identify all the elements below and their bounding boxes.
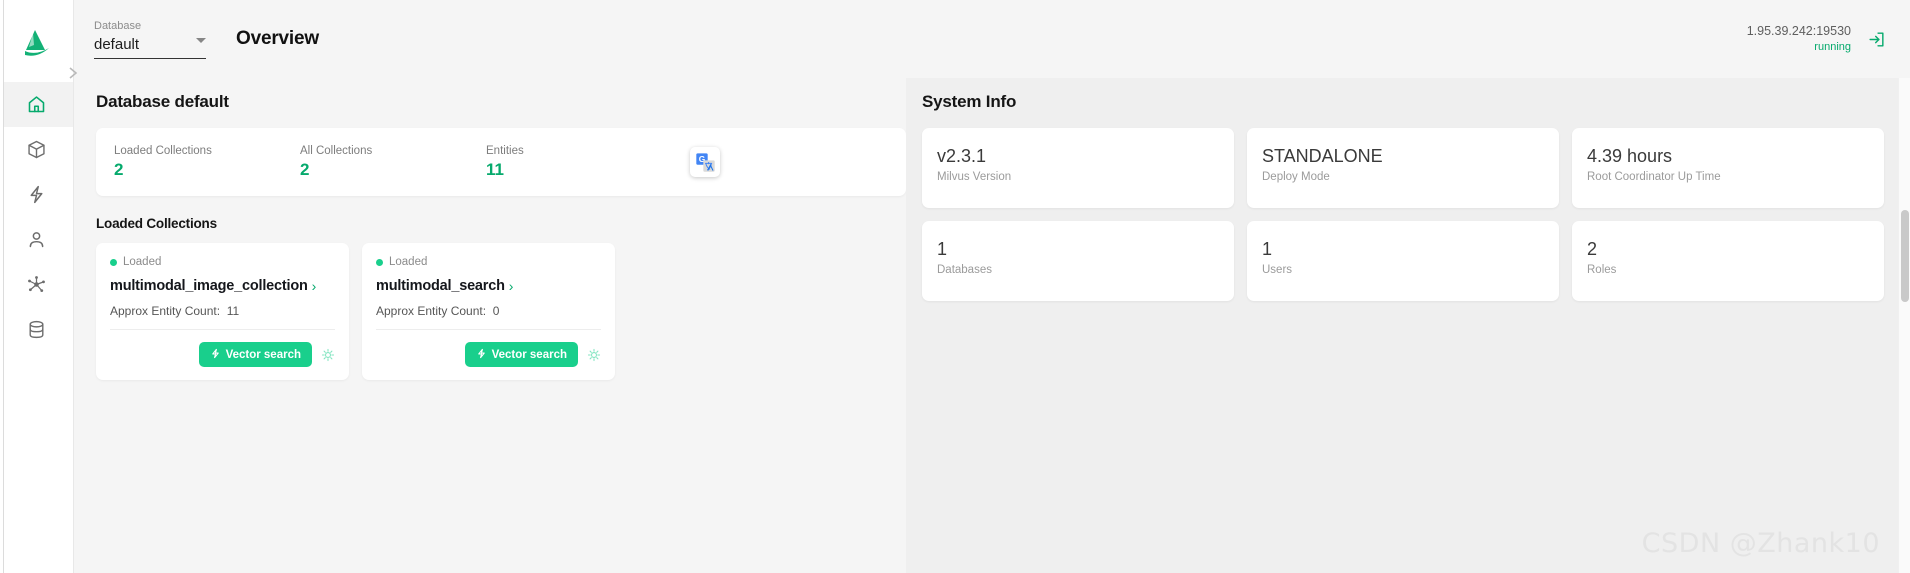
sidebar-item-database[interactable] bbox=[0, 307, 73, 352]
sidebar-item-cluster[interactable] bbox=[0, 262, 73, 307]
left-nav-rail bbox=[0, 0, 78, 573]
stat-loaded-collections: Loaded Collections 2 bbox=[114, 143, 300, 181]
nav-item-list bbox=[0, 82, 73, 352]
system-info-card-users: 1 Users bbox=[1247, 221, 1559, 301]
system-info-label: Roles bbox=[1587, 264, 1617, 276]
sidebar-item-collections[interactable] bbox=[0, 127, 73, 172]
content-region: Database default Loaded Collections 2 Al… bbox=[74, 78, 1910, 573]
top-bar-right: 1.95.39.242:19530 running bbox=[1747, 23, 1886, 55]
watermark: CSDN @Zhank10 bbox=[1641, 528, 1880, 559]
system-info-panel: System Info v2.3.1 Milvus Version STANDA… bbox=[906, 78, 1910, 573]
database-select-label: Database bbox=[94, 20, 142, 32]
page-scrollbar[interactable] bbox=[1898, 78, 1910, 573]
system-info-label: Users bbox=[1262, 264, 1293, 276]
entity-count-label: Approx Entity Count: bbox=[110, 304, 221, 318]
system-info-card-deploy-mode: STANDALONE Deploy Mode bbox=[1247, 128, 1559, 208]
stat-entities: Entities 11 bbox=[486, 143, 672, 181]
collection-name: multimodal_image_collection bbox=[110, 278, 308, 294]
sidebar-item-home[interactable] bbox=[0, 82, 73, 127]
bolt-icon bbox=[26, 184, 47, 205]
scrollbar-thumb[interactable] bbox=[1901, 210, 1909, 302]
system-info-value: 1 bbox=[1262, 239, 1273, 259]
system-info-value: 4.39 hours bbox=[1587, 146, 1673, 166]
milvus-attu-overview-page: Database default Overview 1.95.39.242:19… bbox=[0, 0, 1910, 573]
connection-status: running bbox=[1814, 41, 1851, 53]
bolt-icon bbox=[476, 347, 487, 363]
system-info-label: Deploy Mode bbox=[1262, 171, 1330, 183]
collection-link[interactable]: multimodal_search › bbox=[376, 278, 601, 294]
stat-label: All Collections bbox=[300, 145, 373, 157]
top-bar: Database default Overview 1.95.39.242:19… bbox=[74, 0, 1910, 78]
system-info-card-milvus-version: v2.3.1 Milvus Version bbox=[922, 128, 1234, 208]
vector-search-label: Vector search bbox=[225, 348, 301, 361]
person-icon bbox=[26, 229, 47, 250]
entity-count-label: Approx Entity Count: bbox=[376, 304, 487, 318]
collection-card-actions: Vector search bbox=[110, 330, 335, 367]
status-badge: Loaded bbox=[110, 256, 335, 268]
logout-icon[interactable] bbox=[1867, 30, 1886, 49]
system-info-grid: v2.3.1 Milvus Version STANDALONE Deploy … bbox=[922, 128, 1884, 301]
loaded-collections-heading: Loaded Collections bbox=[96, 216, 217, 231]
status-label: Loaded bbox=[123, 256, 162, 268]
vector-search-button[interactable]: Vector search bbox=[464, 342, 578, 367]
sidebar-item-users[interactable] bbox=[0, 217, 73, 262]
load-collection-icon[interactable] bbox=[587, 348, 601, 362]
expand-sidebar-button[interactable] bbox=[62, 62, 84, 84]
system-info-label: Milvus Version bbox=[937, 171, 1012, 183]
stat-value: 11 bbox=[486, 160, 504, 179]
entity-count-row: Approx Entity Count: 0 bbox=[376, 304, 601, 330]
system-info-value: 2 bbox=[1587, 239, 1598, 259]
database-select[interactable]: Database default bbox=[94, 19, 206, 59]
chevron-right-icon: › bbox=[508, 278, 514, 294]
load-collection-icon[interactable] bbox=[321, 348, 335, 362]
google-translate-icon[interactable]: G bbox=[690, 147, 720, 177]
stat-all-collections: All Collections 2 bbox=[300, 143, 486, 181]
stat-value: 2 bbox=[300, 160, 310, 179]
system-info-card-databases: 1 Databases bbox=[922, 221, 1234, 301]
chevron-right-icon: › bbox=[311, 278, 317, 294]
entity-count-value: 0 bbox=[492, 304, 500, 318]
main-area: Database default Overview 1.95.39.242:19… bbox=[74, 0, 1910, 573]
system-info-card-roles: 2 Roles bbox=[1572, 221, 1884, 301]
vector-search-button[interactable]: Vector search bbox=[198, 342, 312, 367]
entity-count-value: 11 bbox=[226, 304, 240, 318]
bolt-icon bbox=[210, 347, 221, 363]
database-heading: Database default bbox=[96, 92, 229, 111]
stat-label: Entities bbox=[486, 145, 524, 157]
status-badge: Loaded bbox=[376, 256, 601, 268]
system-info-value: v2.3.1 bbox=[937, 146, 987, 166]
system-info-label: Databases bbox=[937, 264, 992, 276]
window-left-edge bbox=[0, 0, 4, 573]
collection-card[interactable]: Loaded multimodal_search › Approx Entity… bbox=[362, 243, 615, 380]
status-label: Loaded bbox=[389, 256, 428, 268]
database-select-value: default bbox=[94, 36, 140, 53]
cube-icon bbox=[26, 139, 47, 160]
system-info-value: 1 bbox=[937, 239, 948, 259]
stat-label: Loaded Collections bbox=[114, 145, 212, 157]
status-dot-icon bbox=[376, 258, 383, 266]
status-dot-icon bbox=[110, 258, 117, 266]
vector-search-label: Vector search bbox=[491, 348, 567, 361]
collection-link[interactable]: multimodal_image_collection › bbox=[110, 278, 335, 294]
collection-card[interactable]: Loaded multimodal_image_collection › App… bbox=[96, 243, 349, 380]
system-info-label: Root Coordinator Up Time bbox=[1587, 171, 1721, 183]
connection-info: 1.95.39.242:19530 running bbox=[1747, 23, 1851, 55]
chevron-down-icon bbox=[196, 38, 206, 43]
entity-count-row: Approx Entity Count: 11 bbox=[110, 304, 335, 330]
system-info-card-root-coordinator-up-time: 4.39 hours Root Coordinator Up Time bbox=[1572, 128, 1884, 208]
milvus-address: 1.95.39.242:19530 bbox=[1746, 24, 1851, 38]
home-icon bbox=[26, 94, 47, 115]
network-nodes-icon bbox=[26, 274, 47, 295]
page-title: Overview bbox=[236, 28, 319, 49]
sidebar-item-vector-search[interactable] bbox=[0, 172, 73, 217]
database-panel: Database default Loaded Collections 2 Al… bbox=[74, 78, 906, 573]
stat-value: 2 bbox=[114, 160, 124, 179]
database-icon bbox=[26, 319, 47, 340]
collection-name: multimodal_search bbox=[376, 278, 505, 294]
database-stats-card: Loaded Collections 2 All Collections 2 E… bbox=[96, 128, 906, 196]
collection-card-actions: Vector search bbox=[376, 330, 601, 367]
system-info-value: STANDALONE bbox=[1262, 146, 1383, 166]
system-info-heading: System Info bbox=[922, 92, 1017, 111]
loaded-collections-list: Loaded multimodal_image_collection › App… bbox=[96, 243, 906, 380]
